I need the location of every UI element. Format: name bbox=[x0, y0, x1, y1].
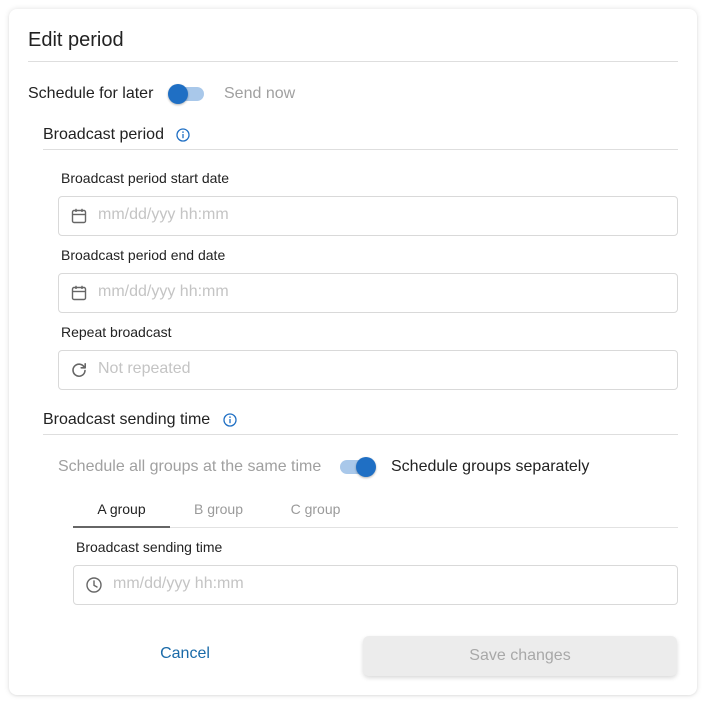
start-date-field[interactable] bbox=[58, 196, 678, 236]
tab-b-group[interactable]: B group bbox=[170, 501, 267, 517]
schedule-separately-label: Schedule groups separately bbox=[391, 458, 590, 475]
end-date-label: Broadcast period end date bbox=[61, 247, 226, 263]
start-date-label: Broadcast period start date bbox=[61, 170, 230, 186]
cancel-button[interactable]: Cancel bbox=[120, 630, 250, 678]
sending-time-divider bbox=[43, 434, 678, 435]
tab-c-group[interactable]: C group bbox=[267, 501, 364, 517]
info-icon[interactable] bbox=[223, 413, 237, 427]
repeat-broadcast-label: Repeat broadcast bbox=[61, 324, 172, 340]
toggle-knob bbox=[356, 457, 376, 477]
send-mode-toggle[interactable] bbox=[168, 83, 206, 104]
sending-time-title: Broadcast sending time bbox=[43, 411, 211, 428]
dialog-title: Edit period bbox=[28, 29, 124, 51]
end-date-input[interactable] bbox=[98, 274, 666, 310]
broadcast-period-title: Broadcast period bbox=[43, 126, 164, 143]
schedule-for-later-label: Schedule for later bbox=[28, 85, 154, 102]
end-date-field[interactable] bbox=[58, 273, 678, 313]
start-date-input[interactable] bbox=[98, 197, 666, 233]
repeat-broadcast-field[interactable] bbox=[58, 350, 678, 390]
title-divider bbox=[28, 61, 678, 62]
sending-time-label: Broadcast sending time bbox=[76, 539, 223, 555]
repeat-broadcast-input[interactable] bbox=[98, 351, 666, 387]
refresh-icon bbox=[72, 363, 86, 377]
schedule-same-time-label: Schedule all groups at the same time bbox=[58, 458, 322, 475]
sending-time-field[interactable] bbox=[73, 565, 678, 605]
save-changes-button[interactable]: Save changes bbox=[363, 636, 677, 676]
sending-time-input[interactable] bbox=[113, 566, 666, 602]
send-now-label: Send now bbox=[224, 85, 296, 102]
group-schedule-toggle[interactable] bbox=[338, 456, 376, 477]
broadcast-period-divider bbox=[43, 149, 678, 150]
info-icon[interactable] bbox=[176, 128, 190, 142]
active-tab-indicator bbox=[73, 526, 170, 528]
clock-icon bbox=[86, 577, 102, 593]
toggle-knob bbox=[168, 84, 188, 104]
calendar-icon bbox=[71, 285, 87, 301]
tab-a-group[interactable]: A group bbox=[73, 501, 170, 517]
calendar-icon bbox=[71, 208, 87, 224]
